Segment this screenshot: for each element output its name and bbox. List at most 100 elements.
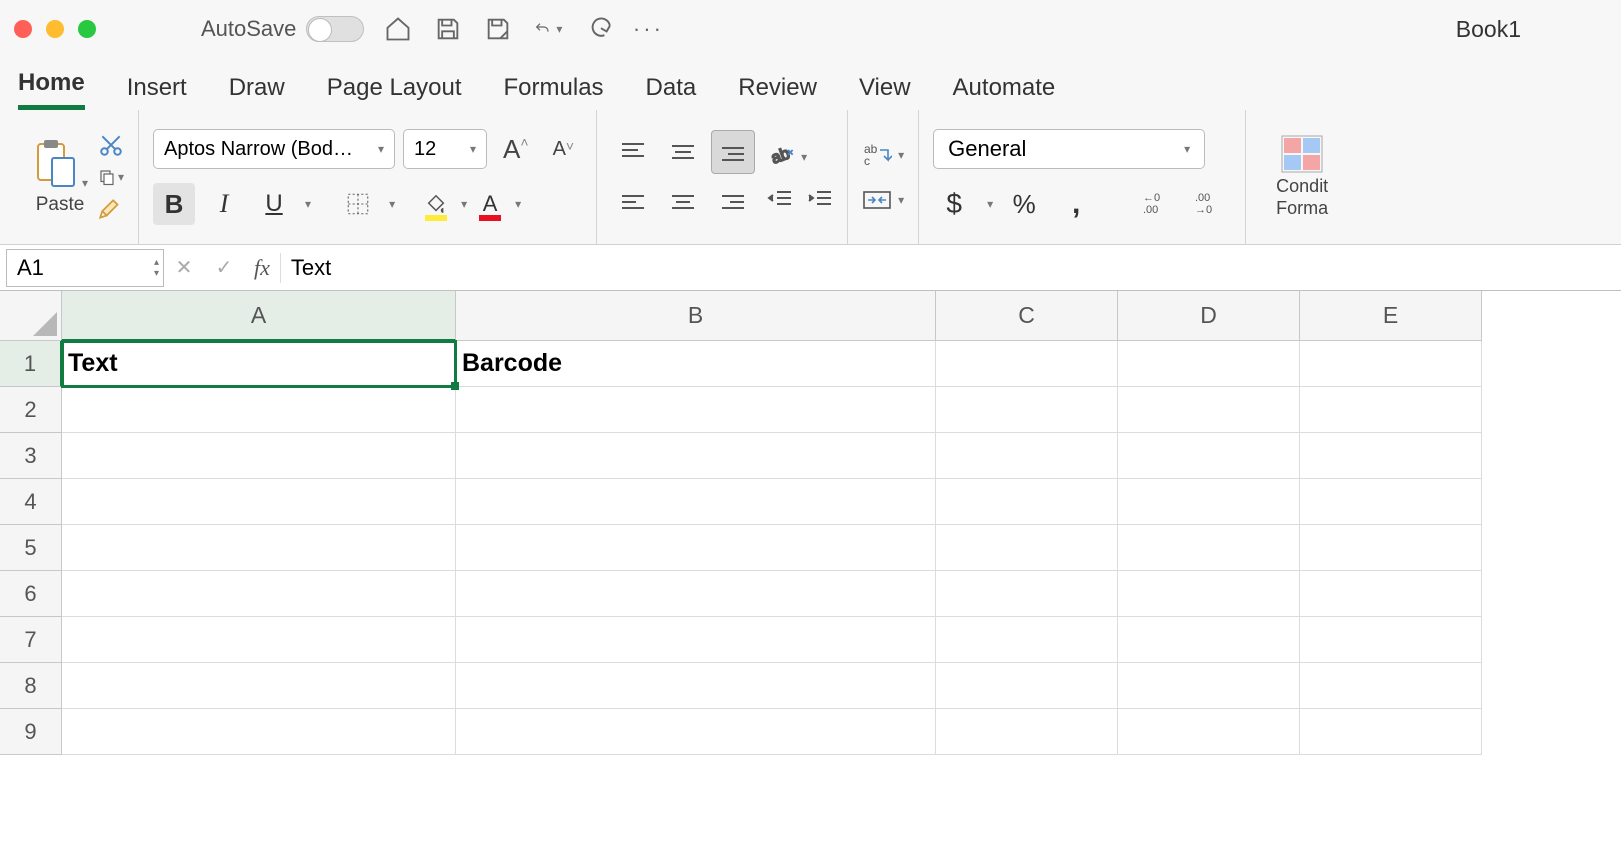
italic-button[interactable]: I — [203, 183, 245, 225]
cell[interactable] — [936, 525, 1118, 571]
row-header[interactable]: 9 — [0, 709, 62, 755]
cell[interactable] — [1118, 525, 1300, 571]
chevron-down-icon[interactable]: ▾ — [987, 197, 993, 211]
cell[interactable] — [62, 387, 456, 433]
fx-icon[interactable]: fx — [244, 255, 280, 281]
align-right-button[interactable] — [711, 180, 755, 224]
cell[interactable] — [62, 479, 456, 525]
percent-button[interactable]: % — [1003, 183, 1045, 225]
cell[interactable] — [456, 387, 936, 433]
row-header[interactable]: 6 — [0, 571, 62, 617]
cell[interactable] — [456, 433, 936, 479]
tab-page-layout[interactable]: Page Layout — [327, 74, 462, 110]
cell[interactable] — [1300, 341, 1482, 387]
chevron-down-icon[interactable]: ▾ — [515, 197, 521, 211]
tab-view[interactable]: View — [859, 74, 911, 110]
cancel-formula-button[interactable]: ✕ — [164, 255, 204, 280]
cell[interactable] — [62, 617, 456, 663]
cell[interactable] — [456, 663, 936, 709]
cell[interactable] — [62, 433, 456, 479]
row-header[interactable]: 7 — [0, 617, 62, 663]
undo-button[interactable]: ▾ — [534, 15, 562, 43]
column-header[interactable]: B — [456, 291, 936, 341]
decrease-font-size-button[interactable]: A˅ — [545, 134, 583, 165]
format-painter-button[interactable] — [98, 196, 124, 222]
column-header[interactable]: E — [1300, 291, 1482, 341]
align-center-button[interactable] — [661, 180, 705, 224]
cell[interactable] — [1118, 433, 1300, 479]
cell[interactable] — [1118, 479, 1300, 525]
align-top-button[interactable] — [611, 130, 655, 174]
tab-draw[interactable]: Draw — [229, 74, 285, 110]
increase-font-size-button[interactable]: A˄ — [495, 130, 537, 169]
wrap-text-button[interactable]: abc ▾ — [862, 142, 904, 168]
cell[interactable] — [1118, 663, 1300, 709]
conditional-formatting-button[interactable]: Condit Forma — [1276, 134, 1328, 219]
autosave-toggle[interactable] — [306, 16, 364, 42]
currency-button[interactable]: $ — [933, 183, 975, 225]
cell[interactable] — [1118, 341, 1300, 387]
cell[interactable]: Text — [62, 341, 456, 387]
tab-review[interactable]: Review — [738, 74, 817, 110]
align-bottom-button[interactable] — [711, 130, 755, 174]
number-format-select[interactable]: General ▾ — [933, 129, 1205, 169]
cell[interactable] — [1118, 387, 1300, 433]
chevron-down-icon[interactable]: ▾ — [898, 193, 904, 207]
cell[interactable] — [1300, 525, 1482, 571]
cell[interactable] — [1300, 387, 1482, 433]
save-as-icon[interactable] — [484, 15, 512, 43]
redo-button[interactable] — [584, 15, 612, 43]
tab-formulas[interactable]: Formulas — [504, 74, 604, 110]
row-header[interactable]: 3 — [0, 433, 62, 479]
maximize-window-button[interactable] — [78, 20, 96, 38]
row-header[interactable]: 2 — [0, 387, 62, 433]
cell[interactable] — [1118, 709, 1300, 755]
copy-button[interactable]: ▾ — [98, 164, 124, 190]
cell[interactable] — [62, 571, 456, 617]
cell[interactable] — [62, 663, 456, 709]
cell[interactable] — [936, 663, 1118, 709]
column-header[interactable]: C — [936, 291, 1118, 341]
cell[interactable] — [456, 479, 936, 525]
minimize-window-button[interactable] — [46, 20, 64, 38]
cell[interactable] — [456, 617, 936, 663]
tab-insert[interactable]: Insert — [127, 74, 187, 110]
chevron-down-icon[interactable]: ▾ — [556, 22, 562, 36]
column-header[interactable]: D — [1118, 291, 1300, 341]
cell[interactable] — [456, 709, 936, 755]
decrease-decimal-button[interactable]: .00→0 — [1189, 183, 1231, 225]
row-header[interactable]: 4 — [0, 479, 62, 525]
cell[interactable] — [936, 479, 1118, 525]
increase-decimal-button[interactable]: ←0.00 — [1137, 183, 1179, 225]
cell[interactable] — [936, 387, 1118, 433]
cell[interactable] — [456, 525, 936, 571]
comma-style-button[interactable]: , — [1055, 183, 1097, 225]
tab-home[interactable]: Home — [18, 69, 85, 110]
chevron-down-icon[interactable]: ▾ — [82, 176, 88, 190]
cell[interactable] — [1300, 479, 1482, 525]
cell[interactable] — [62, 709, 456, 755]
select-all-corner[interactable] — [0, 291, 62, 341]
tab-automate[interactable]: Automate — [953, 74, 1056, 110]
align-middle-button[interactable] — [661, 130, 705, 174]
paste-button[interactable] — [32, 138, 80, 190]
cell[interactable] — [936, 709, 1118, 755]
chevron-down-icon[interactable]: ▾ — [898, 148, 904, 162]
cell[interactable] — [1300, 709, 1482, 755]
row-header[interactable]: 5 — [0, 525, 62, 571]
row-header[interactable]: 8 — [0, 663, 62, 709]
chevron-down-icon[interactable]: ▾ — [118, 170, 124, 184]
bold-button[interactable]: B — [153, 183, 195, 225]
name-box[interactable]: A1 ▴▾ — [6, 249, 164, 287]
decrease-indent-button[interactable] — [767, 189, 793, 211]
font-color-button[interactable]: A — [475, 183, 505, 225]
borders-button[interactable] — [337, 183, 379, 225]
accept-formula-button[interactable]: ✓ — [204, 255, 244, 280]
cell[interactable] — [456, 571, 936, 617]
orientation-button[interactable]: ab ▾ — [767, 143, 833, 171]
chevron-down-icon[interactable]: ▾ — [389, 197, 395, 211]
formula-input[interactable]: Text — [280, 253, 1621, 283]
more-icon[interactable]: ··· — [634, 15, 662, 43]
tab-data[interactable]: Data — [646, 74, 697, 110]
close-window-button[interactable] — [14, 20, 32, 38]
